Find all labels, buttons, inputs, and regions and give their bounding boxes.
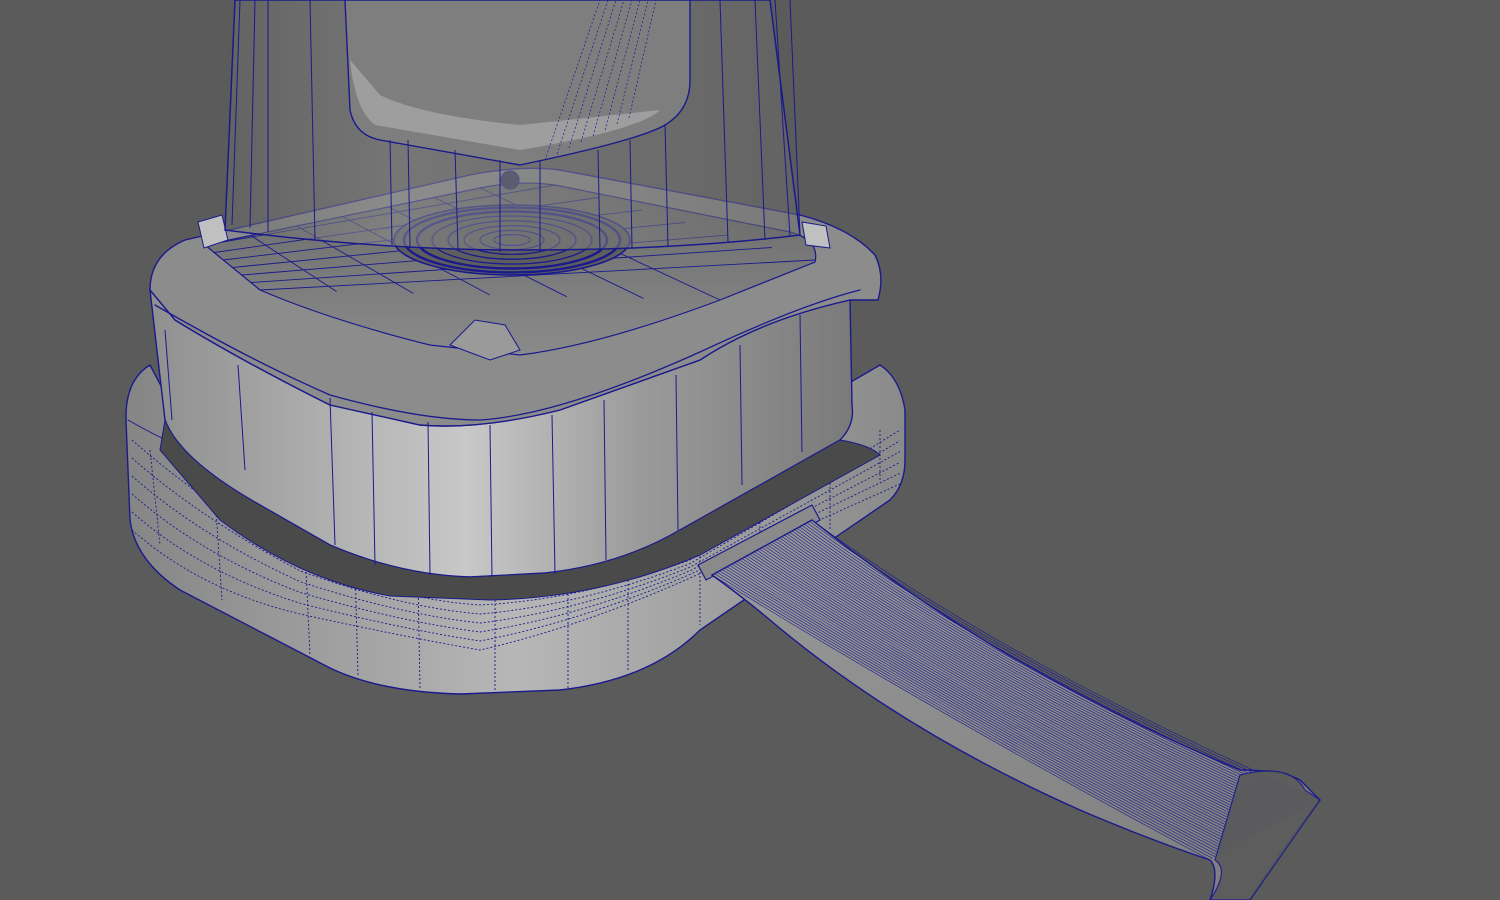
corner-post-right bbox=[801, 221, 831, 249]
viewport-scene[interactable] bbox=[0, 0, 1500, 900]
jar-mesh[interactable] bbox=[224, 0, 801, 252]
3d-viewport[interactable] bbox=[0, 0, 1500, 900]
ribbon-cable-mesh[interactable] bbox=[697, 504, 1321, 900]
